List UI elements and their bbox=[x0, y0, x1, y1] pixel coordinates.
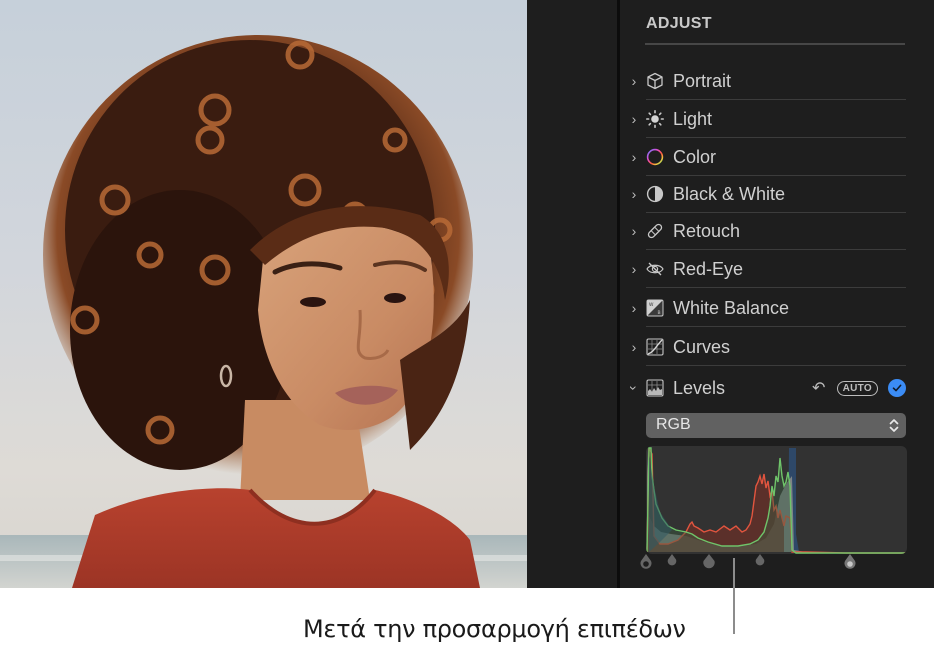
chevron-right-icon[interactable]: › bbox=[628, 261, 640, 277]
adjust-item-retouch[interactable]: › Retouch bbox=[620, 212, 934, 250]
levels-icon bbox=[646, 379, 664, 397]
undo-icon[interactable]: ↶ bbox=[811, 378, 827, 398]
row-divider bbox=[646, 326, 906, 327]
levels-histogram[interactable] bbox=[646, 446, 907, 554]
adjust-item-curves[interactable]: › Curves bbox=[620, 328, 934, 366]
adjust-item-label: Portrait bbox=[673, 70, 732, 91]
chevron-right-icon[interactable]: › bbox=[628, 149, 640, 165]
white-point-handle[interactable] bbox=[844, 554, 856, 569]
half-circle-icon bbox=[646, 185, 664, 203]
adjust-item-label: Retouch bbox=[673, 220, 741, 241]
callout-line bbox=[733, 558, 735, 634]
adjust-panel: ADJUST › Portrait › Light › Color › Blac… bbox=[620, 0, 934, 588]
svg-text:W: W bbox=[649, 302, 654, 308]
adjust-item-label: Black & White bbox=[673, 183, 786, 204]
adjust-item-label: Color bbox=[673, 146, 717, 167]
chevron-down-icon[interactable]: › bbox=[626, 382, 642, 394]
chevron-right-icon[interactable]: › bbox=[628, 300, 640, 316]
portrait-photo bbox=[0, 35, 527, 588]
levels-enabled-toggle[interactable] bbox=[888, 379, 906, 397]
chevron-right-icon[interactable]: › bbox=[628, 223, 640, 239]
levels-toolbar: ↶ AUTO bbox=[811, 369, 906, 407]
adjust-item-color[interactable]: › Color bbox=[620, 138, 934, 176]
updown-chevron-icon bbox=[889, 419, 899, 432]
svg-text:B: B bbox=[658, 310, 661, 316]
levels-handles bbox=[620, 553, 934, 573]
checkmark-icon bbox=[892, 384, 902, 392]
adjust-item-label: Light bbox=[673, 108, 713, 129]
adjust-item-label: Red-Eye bbox=[673, 258, 744, 279]
panel-title: ADJUST bbox=[646, 15, 712, 32]
adjust-item-black-white[interactable]: › Black & White bbox=[620, 175, 934, 213]
adjust-item-levels[interactable]: › Levels ↶ AUTO bbox=[620, 369, 934, 407]
caption: Μετά την προσαρμογή επιπέδων bbox=[303, 615, 686, 643]
shadows-handle[interactable] bbox=[667, 554, 677, 566]
row-divider bbox=[646, 287, 906, 288]
channel-select-value: RGB bbox=[656, 416, 691, 433]
cube-icon bbox=[646, 72, 664, 90]
histogram-graph bbox=[646, 446, 907, 554]
chevron-right-icon[interactable]: › bbox=[628, 73, 640, 89]
adjust-item-white-balance[interactable]: › WB White Balance bbox=[620, 289, 934, 327]
auto-button[interactable]: AUTO bbox=[836, 380, 878, 396]
low-midtone-handle[interactable] bbox=[703, 554, 715, 569]
chevron-right-icon[interactable]: › bbox=[628, 339, 640, 355]
bandage-icon bbox=[646, 222, 664, 240]
photo-preview bbox=[0, 0, 527, 588]
adjust-item-label: White Balance bbox=[673, 297, 790, 318]
adjust-item-light[interactable]: › Light bbox=[620, 100, 934, 138]
row-divider bbox=[646, 365, 906, 366]
high-midtone-handle[interactable] bbox=[755, 554, 765, 566]
sun-icon bbox=[646, 110, 664, 128]
color-ring-icon bbox=[646, 148, 664, 166]
eye-slash-icon bbox=[646, 260, 664, 278]
chevron-right-icon[interactable]: › bbox=[628, 111, 640, 127]
white-balance-icon: WB bbox=[646, 299, 664, 317]
photos-app-screenshot: ADJUST › Portrait › Light › Color › Blac… bbox=[0, 0, 934, 588]
adjust-item-label: Levels bbox=[673, 377, 726, 398]
curves-icon bbox=[646, 338, 664, 356]
title-divider bbox=[645, 43, 905, 45]
adjust-item-portrait[interactable]: › Portrait bbox=[620, 62, 934, 100]
black-point-handle[interactable] bbox=[640, 554, 652, 569]
panel-gutter bbox=[527, 0, 617, 588]
adjust-item-label: Curves bbox=[673, 336, 731, 357]
chevron-right-icon[interactable]: › bbox=[628, 186, 640, 202]
channel-select[interactable]: RGB bbox=[646, 413, 906, 438]
adjust-item-red-eye[interactable]: › Red-Eye bbox=[620, 250, 934, 288]
